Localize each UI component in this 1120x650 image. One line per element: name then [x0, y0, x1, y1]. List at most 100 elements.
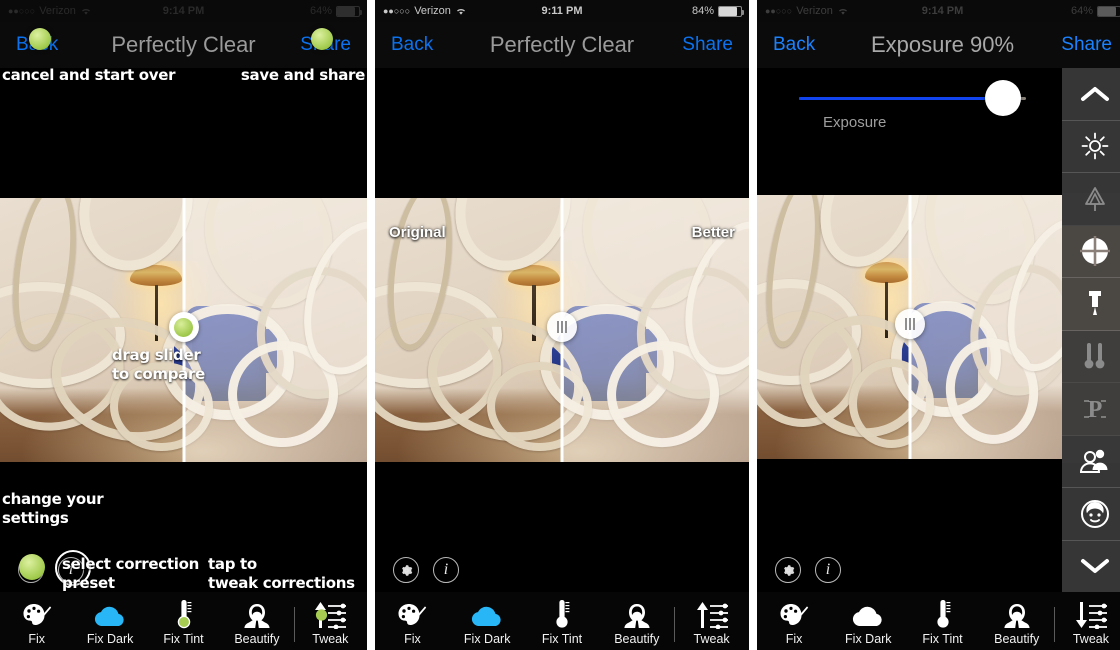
sidebar-item-presets[interactable]: P [1062, 383, 1120, 436]
tab-label-fix: Fix [404, 632, 421, 646]
tree-icon [1082, 185, 1108, 213]
nav-bar: Back Exposure 90% Share [757, 22, 1120, 68]
settings-gear-button[interactable] [393, 557, 419, 583]
svg-text:P: P [1088, 397, 1103, 423]
annotation-tweak-note: tap to tweak corrections [208, 555, 355, 592]
compare-slider-handle[interactable] [547, 312, 577, 343]
chevron-down-icon [1080, 558, 1110, 574]
battery-icon [336, 5, 362, 17]
photo-compare-view[interactable]: drag slider to compare [0, 196, 367, 464]
info-button[interactable]: i [433, 557, 459, 583]
status-bar: ●●○○○ Verizon 9:14 PM 64% [757, 0, 1120, 22]
compare-slider-handle[interactable] [168, 312, 199, 343]
tab-fix[interactable]: Fix [375, 599, 450, 650]
annotation-dot-back [29, 28, 51, 50]
photo-compare-view[interactable]: Original Better [375, 196, 749, 464]
sliders-up-icon [312, 599, 348, 629]
thermometer-icon [174, 599, 194, 629]
slider-knob[interactable] [985, 80, 1022, 116]
tab-fix[interactable]: Fix [757, 599, 831, 650]
nav-bar: Back Perfectly Clear Share [375, 22, 749, 68]
sidebar-item-sharpen[interactable] [1062, 278, 1120, 331]
cloud-icon [470, 599, 504, 629]
tab-label-fix-tint: Fix Tint [922, 632, 963, 646]
tab-beautify[interactable]: Beautify [980, 599, 1054, 650]
info-button[interactable]: i [815, 557, 841, 583]
face-icon [1003, 599, 1031, 629]
tab-label-fix-tint: Fix Tint [163, 632, 204, 646]
tab-label-fix-dark: Fix Dark [463, 632, 511, 646]
face-icon [243, 599, 271, 629]
annotation-compare-note: drag slider to compare [112, 346, 205, 383]
tab-fix[interactable]: Fix [0, 599, 73, 650]
bottom-tab-bar: Fix Fix Dark Fix Tint Beautify Tweak [757, 592, 1120, 650]
thermometer-icon [933, 599, 953, 629]
slider-label: Exposure [823, 114, 887, 131]
sidebar-item-beautify[interactable] [1062, 488, 1120, 541]
tab-tweak[interactable]: Tweak [674, 599, 749, 650]
palette-icon [397, 599, 427, 629]
annotation-dot-gear [19, 554, 45, 580]
sidebar-item-group[interactable] [1062, 436, 1120, 488]
tab-label-tweak: Tweak [693, 632, 730, 646]
thermometer-icon [552, 599, 572, 629]
tab-fix-dark[interactable]: Fix Dark [73, 599, 146, 650]
panel-divider [367, 0, 375, 650]
tab-fix-tint[interactable]: Fix Tint [147, 599, 220, 650]
sliders-up-icon [694, 599, 730, 629]
back-button[interactable]: Back [773, 34, 815, 56]
people-icon [1079, 448, 1111, 474]
annotation-dot-share [311, 28, 333, 50]
tab-label-fix-tint: Fix Tint [541, 632, 583, 646]
cloud-icon [93, 599, 127, 629]
tab-label-beautify: Beautify [234, 632, 280, 646]
tab-label-fix: Fix [28, 632, 46, 646]
adjustment-sidebar: P [1062, 68, 1120, 592]
photo-canvas[interactable] [757, 193, 1062, 461]
tab-tweak[interactable]: Tweak [293, 599, 367, 650]
contrast-circle-icon [1080, 236, 1110, 267]
share-button[interactable]: Share [1061, 34, 1112, 56]
sidebar-item-scroll-up[interactable] [1062, 68, 1120, 121]
exposure-slider-row[interactable]: Exposure [757, 68, 1062, 138]
sidebar-item-depth[interactable] [1062, 173, 1120, 226]
share-button[interactable]: Share [682, 34, 733, 56]
tab-beautify[interactable]: Beautify [220, 599, 293, 650]
annotation-preset-note: select correction preset [62, 555, 199, 592]
annotation-share-note: save and share [240, 66, 365, 84]
annotation-back-note: cancel and start over [2, 66, 176, 84]
palette-icon [22, 599, 52, 629]
tab-fix-dark[interactable]: Fix Dark [450, 599, 525, 650]
tab-tweak[interactable]: Tweak [1053, 599, 1120, 650]
sidebar-item-scroll-down[interactable] [1062, 541, 1120, 593]
back-button[interactable]: Back [391, 34, 433, 56]
sidebar-item-tint[interactable] [1062, 330, 1120, 383]
bottom-tab-bar: Fix Fix Dark Fix Tint Beautify Tweak [375, 592, 749, 650]
status-time: 9:14 PM [162, 5, 205, 17]
status-time: 9:14 PM [921, 5, 964, 17]
pin-sharpen-icon [1084, 289, 1106, 319]
panel-exposure: ●●○○○ Verizon 9:14 PM 64% Back Exposure … [757, 0, 1120, 650]
battery-icon [1097, 5, 1120, 17]
tab-fix-dark[interactable]: Fix Dark [831, 599, 905, 650]
sidebar-item-exposure[interactable] [1062, 121, 1120, 173]
thermometers-icon [1081, 341, 1109, 371]
tab-fix-tint[interactable]: Fix Tint [905, 599, 979, 650]
sidebar-item-contrast[interactable] [1062, 225, 1120, 278]
settings-gear-button[interactable] [775, 557, 801, 583]
status-time: 9:11 PM [541, 5, 583, 17]
tab-label-beautify: Beautify [994, 632, 1040, 646]
tab-label-tweak: Tweak [312, 632, 349, 646]
tab-beautify[interactable]: Beautify [599, 599, 674, 650]
photo-canvas[interactable]: Original Better [375, 196, 749, 464]
secondary-tools-row: i [375, 550, 749, 590]
panel-compare: ●●○○○ Verizon 9:11 PM 84% Back Perfectly… [375, 0, 749, 650]
tab-label-fix-dark: Fix Dark [86, 632, 134, 646]
palette-icon [779, 599, 809, 629]
slider-fill [799, 97, 1004, 100]
tab-fix-tint[interactable]: Fix Tint [525, 599, 600, 650]
compare-slider-handle[interactable] [894, 309, 925, 340]
tab-label-fix: Fix [785, 632, 803, 646]
photo-canvas[interactable]: drag slider to compare [0, 196, 367, 464]
photo-label-better: Better [691, 224, 735, 241]
